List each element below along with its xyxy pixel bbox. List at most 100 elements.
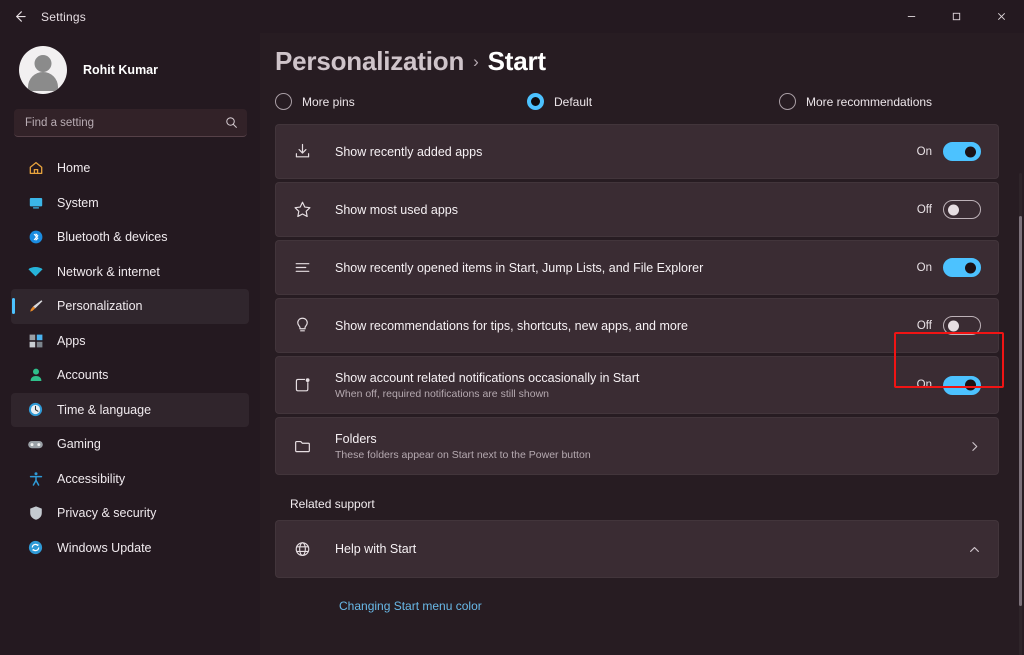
sidebar-item-privacy-security[interactable]: Privacy & security xyxy=(11,496,249,531)
setting-control: On xyxy=(917,142,981,161)
toggle-switch[interactable] xyxy=(943,142,981,161)
chevron-right-icon[interactable] xyxy=(968,440,981,453)
folder-icon xyxy=(292,436,313,457)
sidebar-item-label: Windows Update xyxy=(57,540,152,555)
related-support-heading: Related support xyxy=(290,497,375,511)
setting-subtitle: When off, required notifications are sti… xyxy=(335,387,549,400)
setting-text: Show recently opened items in Start, Jum… xyxy=(335,261,917,275)
scrollbar[interactable] xyxy=(1019,173,1022,655)
window-title: Settings xyxy=(41,9,86,24)
sidebar-item-system[interactable]: System xyxy=(11,186,249,221)
setting-title: Show most used apps xyxy=(335,202,458,217)
breadcrumb-parent[interactable]: Personalization xyxy=(275,46,464,77)
toggle-state-label: Off xyxy=(916,319,932,332)
home-icon xyxy=(27,160,44,177)
chevron-up-icon[interactable] xyxy=(968,543,981,556)
setting-text: Show recommendations for tips, shortcuts… xyxy=(335,319,917,333)
toggle-switch[interactable] xyxy=(943,258,981,277)
minimize-button[interactable] xyxy=(889,0,934,33)
sidebar: Rohit Kumar Home xyxy=(0,33,260,655)
setting-subtitle: These folders appear on Start next to th… xyxy=(335,448,591,461)
setting-text: Help with Start xyxy=(335,542,968,556)
account-row[interactable]: Rohit Kumar xyxy=(11,33,249,107)
sidebar-item-label: Privacy & security xyxy=(57,506,157,521)
setting-row-recommendations[interactable]: Show recommendations for tips, shortcuts… xyxy=(275,298,999,353)
setting-text: Show recently added apps xyxy=(335,145,917,159)
search-icon xyxy=(225,116,238,129)
breadcrumb: Personalization › Start xyxy=(260,33,1024,77)
sidebar-item-time-language[interactable]: Time & language xyxy=(11,392,249,427)
search-box[interactable] xyxy=(14,109,247,137)
toggle-switch[interactable] xyxy=(943,316,981,335)
setting-control: Off xyxy=(917,316,981,335)
setting-control: On xyxy=(917,258,981,277)
sidebar-item-windows-update[interactable]: Windows Update xyxy=(11,531,249,566)
radio-option-default[interactable]: Default xyxy=(527,93,779,110)
sidebar-item-accounts[interactable]: Accounts xyxy=(11,358,249,393)
search-input[interactable] xyxy=(25,116,225,129)
title-bar: Settings xyxy=(0,0,1024,33)
window-controls xyxy=(889,0,1024,33)
time-icon xyxy=(27,401,44,418)
sidebar-item-label: Home xyxy=(57,161,91,176)
accessibility-icon xyxy=(27,470,44,487)
sidebar-item-gaming[interactable]: Gaming xyxy=(11,427,249,462)
sidebar-item-bluetooth[interactable]: Bluetooth & devices xyxy=(11,220,249,255)
setting-text: Folders These folders appear on Start ne… xyxy=(335,432,968,461)
radio-label: More recommendations xyxy=(806,94,933,109)
personalization-icon xyxy=(27,298,44,315)
accounts-icon xyxy=(27,367,44,384)
gaming-icon xyxy=(27,436,44,453)
radio-option-more-recommendations[interactable]: More recommendations xyxy=(779,93,932,110)
breadcrumb-separator: › xyxy=(473,51,479,71)
system-icon xyxy=(27,194,44,211)
page-title: Start xyxy=(487,46,546,76)
setting-title: Folders xyxy=(335,431,377,446)
sidebar-item-label: Accounts xyxy=(57,368,109,383)
network-icon xyxy=(27,263,44,280)
radio-option-more-pins[interactable]: More pins xyxy=(275,93,527,110)
account-name: Rohit Kumar xyxy=(83,63,158,77)
scrollbar-thumb[interactable] xyxy=(1019,216,1022,606)
lightbulb-icon xyxy=(292,315,313,336)
setting-row-recently-opened-items[interactable]: Show recently opened items in Start, Jum… xyxy=(275,240,999,295)
sidebar-nav: Home System Bluetooth & devices Network … xyxy=(11,151,249,565)
setting-title: Show recommendations for tips, shortcuts… xyxy=(335,318,688,333)
radio-label: Default xyxy=(554,94,593,109)
radio-indicator xyxy=(275,93,292,110)
radio-label: More pins xyxy=(302,94,355,109)
toggle-state-label: Off xyxy=(916,203,932,216)
sidebar-item-label: Personalization xyxy=(57,299,143,314)
privacy-icon xyxy=(27,505,44,522)
sidebar-item-apps[interactable]: Apps xyxy=(11,324,249,359)
sidebar-item-label: Time & language xyxy=(57,402,152,417)
sidebar-item-personalization[interactable]: Personalization xyxy=(11,289,249,324)
setting-row-account-notifications[interactable]: Show account related notifications occas… xyxy=(275,356,999,414)
setting-row-most-used-apps[interactable]: Show most used apps Off xyxy=(275,182,999,237)
sidebar-item-label: System xyxy=(57,195,99,210)
setting-control xyxy=(968,543,981,556)
setting-text: Show most used apps xyxy=(335,203,917,217)
close-button[interactable] xyxy=(979,0,1024,33)
sidebar-item-home[interactable]: Home xyxy=(11,151,249,186)
star-icon xyxy=(292,199,313,220)
setting-row-folders[interactable]: Folders These folders appear on Start ne… xyxy=(275,417,999,475)
support-link-changing-start-menu-color[interactable]: Changing Start menu color xyxy=(339,599,482,613)
sidebar-item-accessibility[interactable]: Accessibility xyxy=(11,462,249,497)
download-icon xyxy=(292,141,313,162)
update-icon xyxy=(27,539,44,556)
layout-radio-group: More pins Default More recommendations xyxy=(260,77,1024,118)
setting-row-recently-added-apps[interactable]: Show recently added apps On xyxy=(275,124,999,179)
maximize-button[interactable] xyxy=(934,0,979,33)
radio-indicator xyxy=(779,93,796,110)
toggle-switch[interactable] xyxy=(943,200,981,219)
toggle-state-label: On xyxy=(916,379,932,391)
support-links: Changing Start menu color xyxy=(275,581,999,615)
toggle-switch[interactable] xyxy=(943,375,981,395)
toggle-state-label: On xyxy=(916,145,932,158)
setting-title: Show recently opened items in Start, Jum… xyxy=(335,260,704,275)
support-row-help-with-start[interactable]: Help with Start xyxy=(275,520,999,578)
back-button[interactable] xyxy=(0,0,38,33)
sidebar-item-network[interactable]: Network & internet xyxy=(11,255,249,290)
sidebar-item-label: Network & internet xyxy=(57,264,160,279)
